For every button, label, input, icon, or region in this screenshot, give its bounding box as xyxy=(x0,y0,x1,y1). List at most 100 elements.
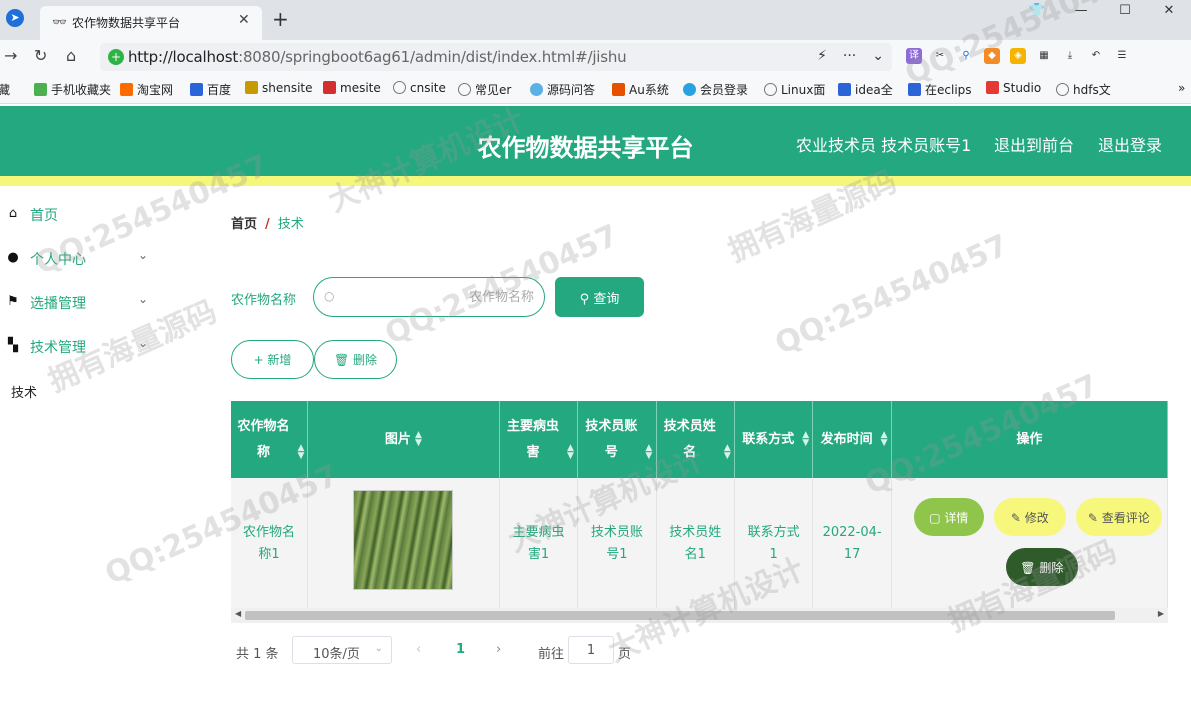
bookmark-item[interactable]: Au系统 xyxy=(612,81,669,98)
sort-icon[interactable]: ▲ ▼ xyxy=(298,444,305,461)
edit-icon: ✎ xyxy=(1010,510,1025,525)
col-header-account[interactable]: 技术员账号 ▲ ▼ xyxy=(577,401,657,478)
translate-ext-icon[interactable]: 译 xyxy=(906,48,922,64)
reload-icon[interactable]: ↻ xyxy=(34,46,47,65)
bookmark-item[interactable]: Studio xyxy=(986,81,1041,95)
detail-button[interactable]: ▢ 详情 xyxy=(913,498,984,536)
download-icon[interactable]: ⤓ xyxy=(1062,48,1078,64)
bookmark-item[interactable]: shensite xyxy=(245,81,313,95)
edit-label: 修改 xyxy=(1024,510,1049,525)
col-header-label: 农作物名称 xyxy=(237,418,290,460)
edit-button[interactable]: ✎ 修改 xyxy=(993,498,1066,536)
sidebar-item-selection[interactable]: ⚑ 选播管理 ⌄ xyxy=(0,280,162,324)
cell-text: 技术员姓名1 xyxy=(669,524,722,562)
menu-icon[interactable]: ☰ xyxy=(1114,48,1130,64)
back-to-front-link[interactable]: 退出到前台 xyxy=(994,132,1074,156)
sidebar-item-tech[interactable]: ▚ 技术管理 ⌄ xyxy=(0,324,162,368)
shirt-icon[interactable]: 👕 xyxy=(1015,0,1059,24)
sidebar-subitem-tech[interactable]: 技术 xyxy=(11,382,37,401)
bookmark-item[interactable]: 手机收藏夹 xyxy=(34,81,111,98)
bookmark-item[interactable]: idea全 xyxy=(838,81,893,98)
bookmark-item[interactable]: 百度 xyxy=(190,81,231,98)
back-icon[interactable]: → xyxy=(4,46,17,65)
col-header-date[interactable]: 发布时间 ▲ ▼ xyxy=(812,401,892,478)
scissors-icon[interactable]: ✂ xyxy=(932,48,948,64)
search-ext-icon[interactable]: ⚲ xyxy=(958,48,974,64)
batch-delete-label: 删除 xyxy=(353,353,378,367)
undo-icon[interactable]: ↶ xyxy=(1088,48,1104,64)
apps-icon[interactable]: ▦ xyxy=(1036,48,1052,64)
more-icon[interactable]: ··· xyxy=(843,48,856,64)
prev-page-icon[interactable]: ‹ xyxy=(416,642,421,657)
col-header-contact[interactable]: 联系方式 ▲ ▼ xyxy=(734,401,814,478)
bookmark-item[interactable]: Linux面 xyxy=(764,81,825,98)
row-delete-button[interactable]: 🗑 删除 xyxy=(1005,548,1078,586)
search-input[interactable] xyxy=(344,286,534,308)
logout-link[interactable]: 退出登录 xyxy=(1098,132,1162,156)
chevron-down-icon[interactable]: ⌄ xyxy=(872,48,884,64)
sort-icon[interactable]: ▲ ▼ xyxy=(802,431,809,448)
minimize-icon[interactable]: — xyxy=(1059,0,1103,24)
browser-nav-icon[interactable]: ➤ xyxy=(6,9,24,27)
maximize-icon[interactable]: ☐ xyxy=(1103,0,1147,24)
tab-title: 农作物数据共享平台 xyxy=(72,16,181,30)
next-page-icon[interactable]: › xyxy=(496,642,501,657)
sidebar-item-home[interactable]: ⌂ 首页 xyxy=(0,192,162,236)
col-header-name[interactable]: 农作物名称 ▲ ▼ xyxy=(231,401,309,478)
bookmark-label: 源码问答 xyxy=(547,83,596,97)
globe-icon xyxy=(458,83,471,96)
scroll-thumb[interactable] xyxy=(245,611,1115,620)
new-tab-icon[interactable]: + xyxy=(272,7,289,31)
search-icon: ⚲ xyxy=(579,291,594,307)
game-ext-icon[interactable]: ◆ xyxy=(984,48,1000,64)
batch-delete-button[interactable]: 🗑 删除 xyxy=(314,340,397,379)
sidebar-item-profile[interactable]: ● 个人中心 ⌄ xyxy=(0,236,162,280)
sort-icon[interactable]: ▲ ▼ xyxy=(881,431,888,448)
col-header-disease[interactable]: 主要病虫害 ▲ ▼ xyxy=(499,401,579,478)
bookmark-item[interactable]: hdfs文 xyxy=(1056,81,1111,98)
page-number[interactable]: 1 xyxy=(456,642,465,657)
sort-icon[interactable]: ▲ ▼ xyxy=(724,444,731,461)
bookmark-item[interactable]: 在eclips xyxy=(908,81,972,98)
query-button-label: 查询 xyxy=(593,291,620,307)
lightning-icon[interactable]: ⚡ xyxy=(817,48,827,64)
horizontal-scrollbar[interactable]: ◀ ▶ xyxy=(231,608,1168,623)
bookmark-item[interactable]: 常见er xyxy=(458,81,511,98)
sort-icon[interactable]: ▲ ▼ xyxy=(645,444,652,461)
col-header-tech-name[interactable]: 技术员姓名 ▲ ▼ xyxy=(656,401,735,478)
sidebar-item-label: 首页 xyxy=(30,208,58,224)
url-box[interactable]: + http://localhost:8080/springboot6ag61/… xyxy=(100,43,892,71)
grid-icon: ▚ xyxy=(8,338,18,353)
sort-icon[interactable]: ▲ ▼ xyxy=(567,444,574,461)
bookmark-item[interactable]: 源码问答 xyxy=(530,81,595,98)
bookmark-item[interactable]: cnsite xyxy=(393,81,446,95)
bookmark-label: 手机收藏夹 xyxy=(51,83,112,97)
col-header-label: 图片 xyxy=(384,431,411,447)
close-icon[interactable]: ✕ xyxy=(238,12,250,28)
page-size-select[interactable]: 10条/页 ⌄ xyxy=(292,636,392,664)
col-header-image[interactable]: 图片 ▲ ▼ xyxy=(307,401,500,478)
bookmark-item[interactable]: 淘宝网 xyxy=(120,81,173,98)
col-header-label: 联系方式 xyxy=(742,431,795,447)
watermark: QQ:254540457 xyxy=(770,227,1014,362)
bookmark-item[interactable]: 会员登录 xyxy=(683,81,748,98)
view-comments-button[interactable]: ✎ 查看评论 xyxy=(1075,498,1162,536)
query-button[interactable]: ⚲ 查询 xyxy=(555,277,644,317)
browser-tab[interactable]: 👓 农作物数据共享平台 ✕ xyxy=(40,6,262,40)
url-text[interactable]: http://localhost:8080/springboot6ag61/ad… xyxy=(128,48,627,66)
crop-image[interactable] xyxy=(353,489,454,590)
shield-ext-icon[interactable]: ◈ xyxy=(1010,48,1026,64)
paw-icon xyxy=(908,83,921,96)
bookmark-item[interactable]: 藏 xyxy=(0,81,10,98)
breadcrumb-home[interactable]: 首页 xyxy=(231,217,257,232)
bookmark-item[interactable]: mesite xyxy=(323,81,381,95)
home-browser-icon[interactable]: ⌂ xyxy=(66,46,76,65)
window-close-icon[interactable]: ✕ xyxy=(1147,0,1191,24)
scroll-right-icon[interactable]: ▶ xyxy=(1158,609,1164,618)
add-button[interactable]: + 新增 xyxy=(231,340,314,379)
goto-page-input[interactable] xyxy=(568,636,614,664)
search-input-box[interactable]: ○ xyxy=(313,277,545,317)
scroll-left-icon[interactable]: ◀ xyxy=(235,609,241,618)
sort-icon[interactable]: ▲ ▼ xyxy=(415,431,422,448)
bookmark-overflow-icon[interactable]: » xyxy=(1178,81,1185,95)
